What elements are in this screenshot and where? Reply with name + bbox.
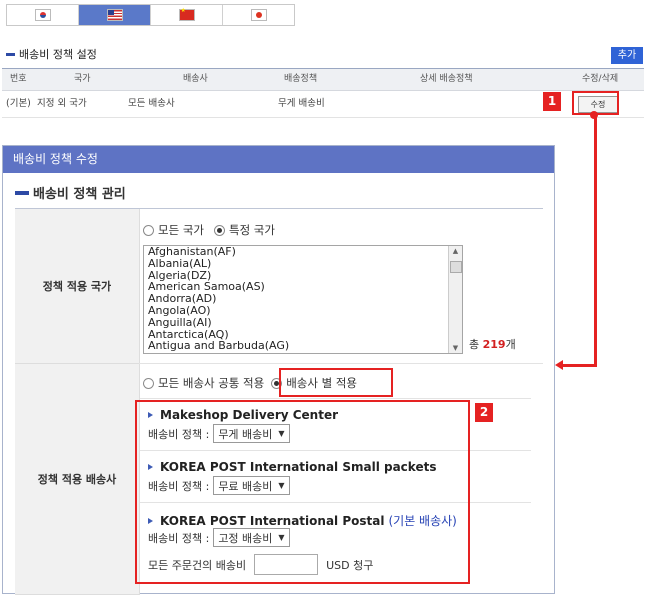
- subtitle-bar-icon: [15, 190, 29, 195]
- section-title-text: 배송비 정책 설정: [19, 48, 97, 61]
- section-title: 배송비 정책 설정: [6, 46, 97, 62]
- scroll-thumb[interactable]: [450, 261, 462, 273]
- row-divider: [139, 363, 543, 364]
- per-carrier-highlight: [279, 368, 393, 397]
- section-bar-icon: [6, 52, 15, 56]
- all-countries-radio[interactable]: [143, 224, 154, 236]
- tab-english[interactable]: [79, 5, 151, 25]
- header-country: 국가: [74, 74, 91, 84]
- tab-korean[interactable]: [7, 5, 79, 25]
- cell-country: 지정 외 국가: [37, 98, 87, 109]
- popup-subtitle: 배송비 정책 관리: [15, 183, 126, 202]
- header-carrier: 배송사: [183, 74, 208, 84]
- all-carriers-label: 모든 배송사 공통 적용: [158, 376, 265, 390]
- scroll-down-icon[interactable]: ▼: [449, 343, 462, 353]
- language-tabs: [6, 4, 295, 26]
- popup-title: 배송비 정책 수정: [3, 146, 554, 173]
- table-header: 번호 국가 배송사 배송정책 상세 배송정책 수정/삭제: [2, 68, 644, 91]
- popup-subtitle-text: 배송비 정책 관리: [33, 187, 126, 202]
- list-item[interactable]: Antigua and Barbuda(AG): [144, 340, 462, 352]
- list-item[interactable]: Albania(AL): [144, 257, 462, 270]
- carrier-divider: [140, 398, 531, 399]
- header-number: 번호: [10, 74, 27, 84]
- carrier-label: 정책 적용 배송사: [15, 364, 140, 595]
- japan-flag-icon: [250, 9, 267, 21]
- usa-flag-icon: [106, 9, 123, 21]
- cell-policy: 무게 배송비: [278, 98, 325, 109]
- header-edit-delete: 수정/삭제: [582, 74, 619, 84]
- country-total: 총 219개: [469, 336, 516, 352]
- total-count: 219: [482, 338, 506, 351]
- list-item[interactable]: Anguilla(AI): [144, 316, 462, 329]
- country-listbox[interactable]: Afghanistan(AF) Albania(AL) Algeria(DZ) …: [143, 245, 463, 354]
- country-label: 정책 적용 국가: [15, 209, 140, 364]
- connector-line: [562, 364, 597, 367]
- arrow-left-icon: [555, 360, 563, 370]
- cell-carrier: 모든 배송사: [128, 98, 175, 109]
- all-countries-label: 모든 국가: [158, 223, 204, 237]
- list-item[interactable]: Angola(AO): [144, 305, 462, 317]
- carrier-list-highlight: [135, 400, 470, 584]
- country-radio-group: 모든 국가 특정 국가: [143, 222, 275, 238]
- total-suffix: 개: [505, 338, 516, 351]
- all-carriers-radio[interactable]: [143, 377, 154, 389]
- specific-countries-radio[interactable]: [213, 224, 225, 236]
- total-prefix: 총: [469, 338, 480, 351]
- listbox-scrollbar[interactable]: ▲ ▼: [448, 246, 462, 353]
- connector-line: [594, 115, 597, 367]
- header-policy: 배송정책: [284, 74, 318, 84]
- korea-flag-icon: [34, 9, 51, 21]
- tab-japanese[interactable]: [223, 5, 294, 25]
- step-badge-2: 2: [475, 403, 493, 422]
- header-detail-policy: 상세 배송정책: [420, 74, 473, 84]
- china-flag-icon: [178, 7, 195, 21]
- tab-chinese[interactable]: [151, 5, 223, 25]
- scroll-up-icon[interactable]: ▲: [449, 246, 462, 256]
- cell-number: (기본): [6, 98, 31, 109]
- add-button[interactable]: 추가: [611, 47, 643, 64]
- step-badge-1: 1: [543, 92, 561, 111]
- specific-countries-label: 특정 국가: [228, 223, 275, 237]
